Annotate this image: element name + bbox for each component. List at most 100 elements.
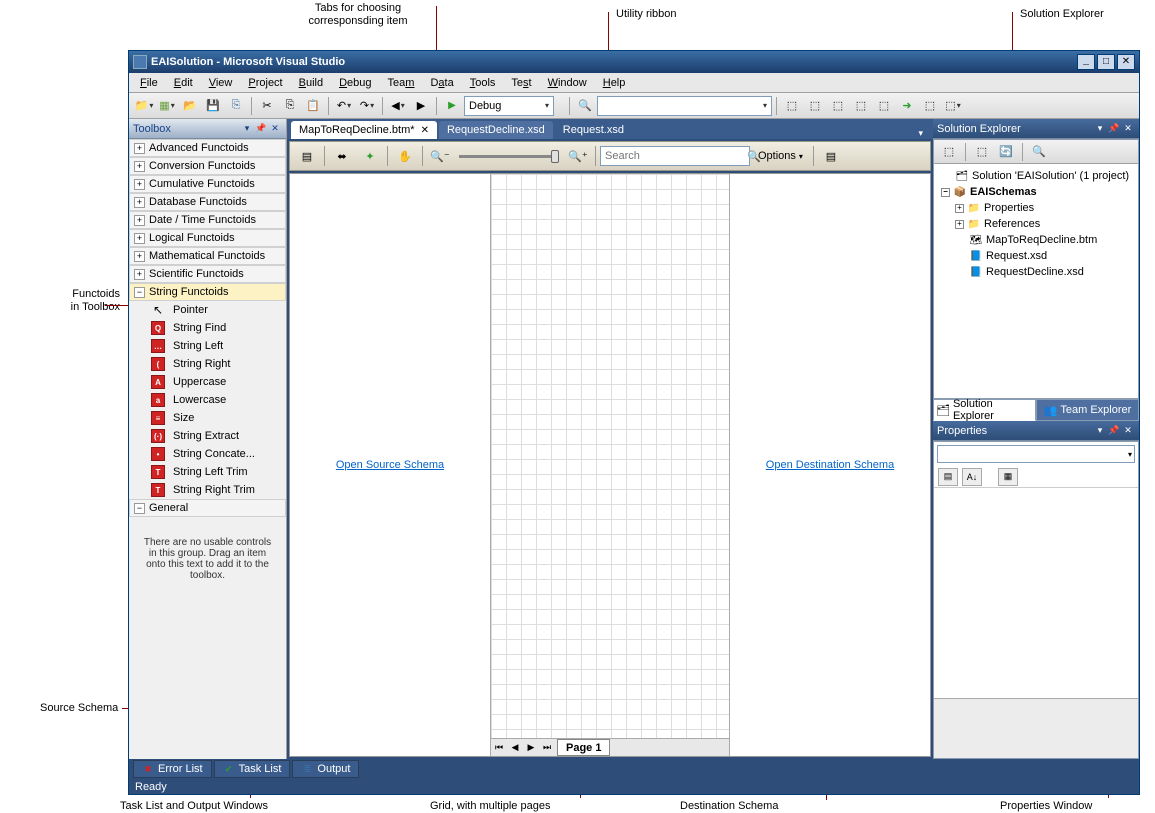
nav-fwd-button[interactable]: ▶ <box>410 95 432 117</box>
toolbox-item[interactable]: …String Left <box>129 337 286 355</box>
ribbon-end-button[interactable]: ▤ <box>818 144 844 168</box>
menu-tools[interactable]: Tools <box>463 75 503 91</box>
minimize-button[interactable]: _ <box>1077 54 1095 70</box>
dropdown-icon[interactable]: ▾ <box>240 122 254 136</box>
cut-button[interactable]: ✂ <box>256 95 278 117</box>
toolbox-category[interactable]: +Scientific Functoids <box>129 265 286 283</box>
add-item-button[interactable]: ▦▾ <box>156 95 178 117</box>
toolbox-category[interactable]: +Mathematical Functoids <box>129 247 286 265</box>
pin-icon[interactable]: 📌 <box>254 122 268 136</box>
tree-node[interactable]: 🗂Solution 'EAISolution' (1 project) <box>938 168 1134 184</box>
page-prev[interactable]: ◀ <box>507 740 523 756</box>
tree-node[interactable]: −📦EAISchemas <box>938 184 1134 200</box>
tree-node[interactable]: +📁References <box>938 216 1134 232</box>
find-button[interactable]: 🔍 <box>574 95 596 117</box>
tree-node[interactable]: 📘Request.xsd <box>938 248 1134 264</box>
pin-icon[interactable]: 📌 <box>1107 122 1121 136</box>
solexp-btn-1[interactable]: ⬚ <box>938 141 960 163</box>
open-button[interactable]: 📂 <box>179 95 201 117</box>
toolbox-category[interactable]: −String Functoids <box>129 283 286 301</box>
tb-icon-3[interactable]: ⬚ <box>827 95 849 117</box>
tab-output[interactable]: ≣Output <box>292 760 359 778</box>
tree-node[interactable]: +📁Properties <box>938 200 1134 216</box>
nav-back-button[interactable]: ◀▾ <box>387 95 409 117</box>
find-combo[interactable]: ▾ <box>597 96 772 116</box>
ribbon-tree-button[interactable]: ▤ <box>294 144 320 168</box>
paste-button[interactable]: 📋 <box>302 95 324 117</box>
ribbon-expand-button[interactable]: ✦ <box>357 144 383 168</box>
tab-task-list[interactable]: ✔Task List <box>214 760 291 778</box>
tb-icon-2[interactable]: ⬚ <box>804 95 826 117</box>
undo-button[interactable]: ↶▾ <box>333 95 355 117</box>
titlebar[interactable]: EAISolution - Microsoft Visual Studio _ … <box>129 51 1139 73</box>
menu-edit[interactable]: Edit <box>167 75 200 91</box>
open-source-link[interactable]: Open Source Schema <box>336 459 444 471</box>
tab-solution-explorer[interactable]: 🗂Solution Explorer <box>933 399 1036 421</box>
solexp-btn-2[interactable]: ⬚ <box>971 141 993 163</box>
page-first[interactable]: ⏮ <box>491 740 507 756</box>
ribbon-pan-button[interactable]: ✋ <box>392 144 418 168</box>
solexp-refresh[interactable]: 🔄 <box>995 141 1017 163</box>
toolbox-item[interactable]: QString Find <box>129 319 286 337</box>
toolbox-item[interactable]: •String Concate... <box>129 445 286 463</box>
zoom-in-button[interactable]: 🔍⁺ <box>565 144 591 168</box>
toolbox-category[interactable]: +Date / Time Functoids <box>129 211 286 229</box>
tb-icon-7[interactable]: ⬚ <box>919 95 941 117</box>
toolbox-item[interactable]: ↖Pointer <box>129 301 286 319</box>
menu-build[interactable]: Build <box>292 75 330 91</box>
prop-alpha[interactable]: A↓ <box>962 468 982 486</box>
tab-menu-button[interactable]: ▾ <box>912 128 929 139</box>
page-last[interactable]: ⏭ <box>539 740 555 756</box>
ribbon-options[interactable]: Options▾ <box>752 146 809 166</box>
menu-window[interactable]: Window <box>541 75 594 91</box>
save-button[interactable]: 💾 <box>202 95 224 117</box>
config-combo[interactable]: Debug▾ <box>464 96 554 116</box>
copy-button[interactable]: ⎘ <box>279 95 301 117</box>
toolbox-header[interactable]: Toolbox ▾ 📌 ✕ <box>129 119 286 139</box>
tb-icon-6[interactable]: ➜ <box>896 95 918 117</box>
new-project-button[interactable]: 📁▾ <box>133 95 155 117</box>
close-button[interactable]: ✕ <box>1117 54 1135 70</box>
menu-project[interactable]: Project <box>241 75 289 91</box>
toolbox-category[interactable]: +Database Functoids <box>129 193 286 211</box>
menu-help[interactable]: Help <box>596 75 633 91</box>
menu-view[interactable]: View <box>202 75 240 91</box>
save-all-button[interactable]: ⎘ <box>225 95 247 117</box>
tab-error-list[interactable]: ✖Error List <box>133 760 212 778</box>
toolbox-category[interactable]: +Advanced Functoids <box>129 139 286 157</box>
start-button[interactable]: ▶ <box>441 95 463 117</box>
prop-pages[interactable]: ▦ <box>998 468 1018 486</box>
menu-data[interactable]: Data <box>423 75 460 91</box>
properties-grid[interactable] <box>934 488 1138 698</box>
toolbox-item[interactable]: TString Right Trim <box>129 481 286 499</box>
toolbox-item[interactable]: aLowercase <box>129 391 286 409</box>
tb-icon-5[interactable]: ⬚ <box>873 95 895 117</box>
dropdown-icon[interactable]: ▾ <box>1093 424 1107 438</box>
open-dest-link[interactable]: Open Destination Schema <box>766 459 894 471</box>
prop-categorized[interactable]: ▤ <box>938 468 958 486</box>
menu-debug[interactable]: Debug <box>332 75 378 91</box>
properties-object-combo[interactable]: ▾ <box>937 445 1135 463</box>
tab-close-icon[interactable]: ✕ <box>421 125 429 136</box>
maximize-button[interactable]: □ <box>1097 54 1115 70</box>
menu-team[interactable]: Team <box>381 75 422 91</box>
toolbox-item[interactable]: AUppercase <box>129 373 286 391</box>
toolbox-category-general[interactable]: −General <box>129 499 286 517</box>
properties-header[interactable]: Properties ▾ 📌 ✕ <box>933 421 1139 441</box>
menu-file[interactable]: File <box>133 75 165 91</box>
pin-icon[interactable]: 📌 <box>1107 424 1121 438</box>
solexp-btn-3[interactable]: 🔍 <box>1028 141 1050 163</box>
tree-node[interactable]: 📘RequestDecline.xsd <box>938 264 1134 280</box>
solexp-header[interactable]: Solution Explorer ▾ 📌 ✕ <box>933 119 1139 139</box>
mapper-grid[interactable]: ⏮ ◀ ▶ ⏭ Page 1 <box>490 174 730 756</box>
toolbox-item[interactable]: (String Right <box>129 355 286 373</box>
close-icon[interactable]: ✕ <box>1121 122 1135 136</box>
dropdown-icon[interactable]: ▾ <box>1093 122 1107 136</box>
zoom-slider[interactable] <box>459 155 559 158</box>
toolbox-category[interactable]: +Cumulative Functoids <box>129 175 286 193</box>
toolbox-item[interactable]: ≡Size <box>129 409 286 427</box>
tb-icon-4[interactable]: ⬚ <box>850 95 872 117</box>
redo-button[interactable]: ↷▾ <box>356 95 378 117</box>
zoom-out-button[interactable]: 🔍⁻ <box>427 144 453 168</box>
toolbox-category[interactable]: +Conversion Functoids <box>129 157 286 175</box>
